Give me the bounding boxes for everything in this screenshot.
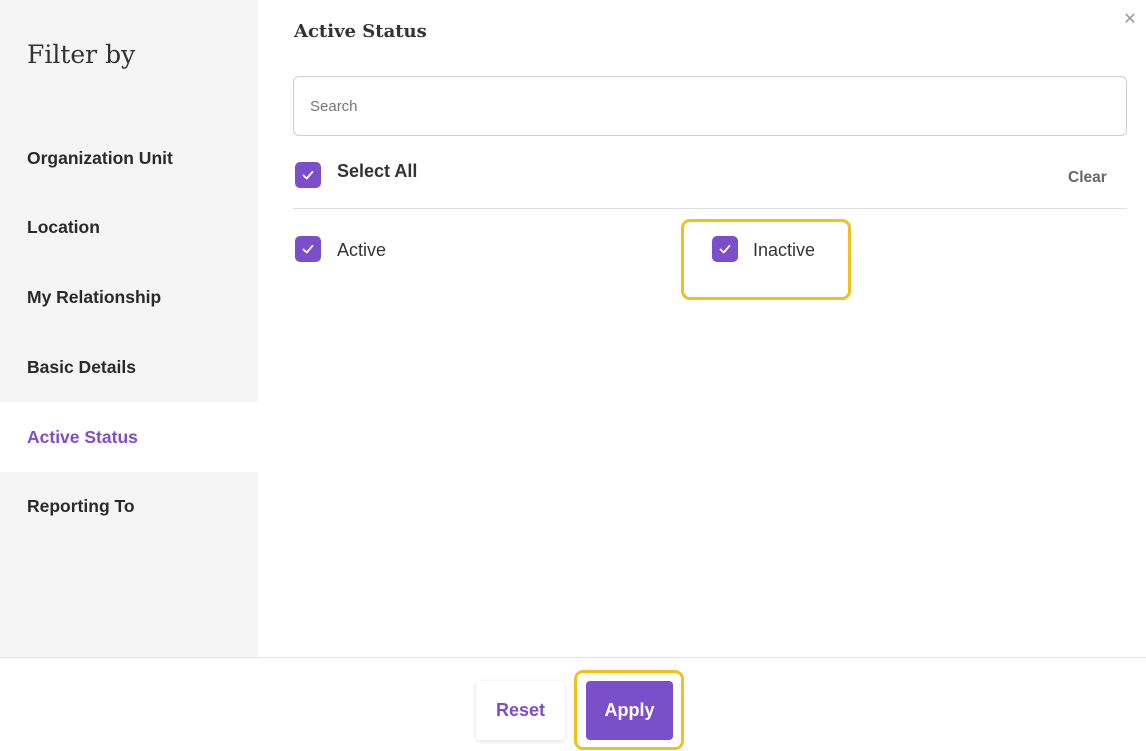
apply-button[interactable]: Apply <box>586 681 673 740</box>
check-icon <box>302 170 314 180</box>
inactive-checkbox[interactable] <box>712 236 738 262</box>
panel-title: Active Status <box>294 21 427 42</box>
search-input[interactable] <box>293 76 1127 136</box>
sidebar-item-location[interactable]: Location <box>0 192 258 262</box>
divider <box>293 208 1127 209</box>
sidebar-item-reporting-to[interactable]: Reporting To <box>0 471 258 541</box>
sidebar-item-my-relationship[interactable]: My Relationship <box>0 262 258 332</box>
active-option-label: Active <box>337 240 387 260</box>
footer-divider <box>0 657 1146 658</box>
reset-button[interactable]: Reset <box>476 681 565 740</box>
select-all-checkbox[interactable] <box>295 162 321 188</box>
select-all-label: Select All <box>337 161 418 181</box>
filter-sidebar: Filter by Organization Unit Location My … <box>0 0 258 657</box>
close-icon[interactable]: ✕ <box>1122 12 1138 28</box>
inactive-option-label: Inactive <box>753 240 816 260</box>
check-icon <box>719 244 731 254</box>
sidebar-title: Filter by <box>27 40 136 69</box>
sidebar-item-active-status[interactable]: Active Status <box>0 402 258 472</box>
sidebar-item-basic-details[interactable]: Basic Details <box>0 332 258 402</box>
clear-button[interactable]: Clear <box>1068 169 1107 187</box>
active-checkbox[interactable] <box>295 236 321 262</box>
check-icon <box>302 244 314 254</box>
sidebar-item-organization-unit[interactable]: Organization Unit <box>0 123 258 193</box>
